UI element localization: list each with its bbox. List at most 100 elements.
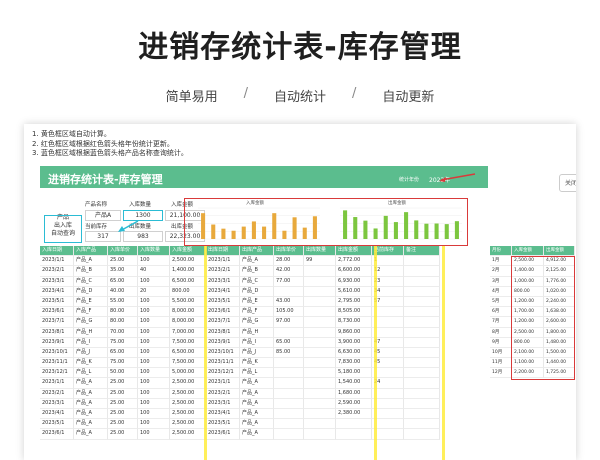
table-cell[interactable]: 产品_C [240, 276, 274, 287]
table-cell[interactable]: 2023/3/1 [40, 398, 74, 409]
table-cell[interactable] [404, 347, 440, 359]
table-cell[interactable]: 6,500.00 [170, 347, 206, 359]
table-cell[interactable]: 产品_J [240, 347, 274, 359]
table-cell[interactable]: 2023/1/1 [40, 256, 74, 267]
table-cell[interactable] [304, 296, 336, 308]
table-cell[interactable]: 产品_A [74, 409, 108, 420]
table-cell[interactable]: 8,000.00 [170, 307, 206, 318]
table-cell[interactable]: 2023/5/1 [40, 296, 74, 308]
table-cell[interactable]: 2,795.00 [336, 296, 372, 308]
table-cell[interactable] [304, 409, 336, 420]
table-cell[interactable]: 3,900.00 [336, 337, 372, 348]
table-cell[interactable]: 2023/5/1 [206, 296, 240, 308]
table-cell[interactable] [274, 378, 304, 389]
table-cell[interactable]: 2023/1/1 [40, 378, 74, 389]
table-cell[interactable] [274, 429, 304, 440]
table-cell[interactable]: 产品_H [74, 327, 108, 338]
table-cell[interactable]: 2,500.00 [170, 398, 206, 409]
table-cell[interactable]: 6,500.00 [170, 276, 206, 287]
table-cell[interactable] [404, 327, 440, 338]
table-cell[interactable] [404, 378, 440, 389]
table-cell[interactable]: 2023/12/1 [206, 368, 240, 379]
table-cell[interactable]: 2023/6/1 [40, 429, 74, 440]
table-cell[interactable]: 28.00 [274, 256, 304, 267]
table-cell[interactable]: 65.00 [274, 337, 304, 348]
table-cell[interactable]: 85.00 [274, 347, 304, 359]
table-cell[interactable]: 100 [138, 398, 170, 409]
table-cell[interactable] [274, 388, 304, 399]
table-cell[interactable]: 10月 [490, 347, 512, 359]
table-cell[interactable] [274, 409, 304, 420]
table-cell[interactable]: 100 [138, 378, 170, 389]
table-cell[interactable]: 2,500.00 [170, 429, 206, 440]
table-cell[interactable]: 77.00 [274, 276, 304, 287]
table-cell[interactable]: 5,500.00 [170, 296, 206, 308]
table-cell[interactable]: 2023/10/1 [40, 347, 74, 359]
table-cell[interactable]: 100 [138, 317, 170, 328]
table-cell[interactable]: 25.00 [108, 378, 138, 389]
table-cell[interactable]: 2,590.00 [336, 398, 372, 409]
table-cell[interactable]: 6,630.00 [336, 347, 372, 359]
table-cell[interactable]: 100 [138, 347, 170, 359]
table-cell[interactable]: 产品_A [74, 429, 108, 440]
table-cell[interactable] [404, 286, 440, 297]
table-cell[interactable]: 产品_K [74, 358, 108, 369]
table-cell[interactable]: 产品_L [74, 368, 108, 379]
table-cell[interactable] [304, 327, 336, 338]
table-cell[interactable]: 800.00 [170, 286, 206, 297]
table-cell[interactable]: 2023/3/1 [40, 276, 74, 287]
table-cell[interactable]: 2,380.00 [336, 409, 372, 420]
table-cell[interactable] [404, 256, 440, 267]
table-cell[interactable]: 产品_A [240, 378, 274, 389]
table-cell[interactable]: 2023/7/1 [40, 317, 74, 328]
table-cell[interactable]: 1,400.00 [170, 266, 206, 277]
table-cell[interactable]: 25.00 [108, 256, 138, 267]
table-cell[interactable]: 100 [138, 276, 170, 287]
table-cell[interactable] [274, 368, 304, 379]
table-cell[interactable]: 2023/7/1 [206, 317, 240, 328]
table-cell[interactable]: 40.00 [108, 286, 138, 297]
table-cell[interactable]: 2023/9/1 [40, 337, 74, 348]
table-cell[interactable]: 2,500.00 [170, 409, 206, 420]
table-cell[interactable]: 100 [138, 296, 170, 308]
table-cell[interactable]: 2023/5/1 [40, 419, 74, 430]
table-cell[interactable]: 产品_D [240, 286, 274, 297]
table-cell[interactable]: 80.00 [108, 317, 138, 328]
table-cell[interactable] [304, 307, 336, 318]
table-cell[interactable]: 产品_A [240, 429, 274, 440]
table-cell[interactable]: 25.00 [108, 429, 138, 440]
table-cell[interactable]: 产品_A [74, 398, 108, 409]
table-cell[interactable]: 99 [304, 256, 336, 267]
side-tab-button[interactable]: 关闭 [559, 174, 576, 192]
table-cell[interactable]: 产品_C [74, 276, 108, 287]
table-cell[interactable]: 产品_E [74, 296, 108, 308]
table-cell[interactable]: 产品_A [240, 256, 274, 267]
table-cell[interactable]: 产品_I [240, 337, 274, 348]
table-cell[interactable]: 7,830.00 [336, 358, 372, 369]
table-cell[interactable]: 55.00 [108, 296, 138, 308]
table-cell[interactable]: 产品_A [74, 378, 108, 389]
table-cell[interactable]: 35.00 [108, 266, 138, 277]
table-cell[interactable]: 100 [138, 429, 170, 440]
table-cell[interactable] [304, 378, 336, 389]
table-cell[interactable]: 2,500.00 [170, 419, 206, 430]
table-cell[interactable]: 75.00 [108, 358, 138, 369]
table-cell[interactable]: 产品_A [240, 409, 274, 420]
table-cell[interactable]: 6,930.00 [336, 276, 372, 287]
table-cell[interactable]: 2023/6/1 [206, 429, 240, 440]
table-cell[interactable] [404, 419, 440, 430]
table-cell[interactable]: 100 [138, 307, 170, 318]
table-cell[interactable] [404, 296, 440, 308]
table-cell[interactable] [336, 419, 372, 430]
table-cell[interactable]: 2023/8/1 [206, 327, 240, 338]
table-cell[interactable]: 7,500.00 [170, 358, 206, 369]
table-cell[interactable]: 7,500.00 [170, 337, 206, 348]
table-cell[interactable]: 产品_I [74, 337, 108, 348]
table-cell[interactable]: 2,500.00 [170, 388, 206, 399]
table-cell[interactable]: 8月 [490, 327, 512, 338]
table-cell[interactable] [304, 286, 336, 297]
table-cell[interactable]: 100 [138, 327, 170, 338]
table-cell[interactable]: 2023/11/1 [40, 358, 74, 369]
table-cell[interactable]: 产品_G [240, 317, 274, 328]
table-cell[interactable]: 40 [138, 266, 170, 277]
